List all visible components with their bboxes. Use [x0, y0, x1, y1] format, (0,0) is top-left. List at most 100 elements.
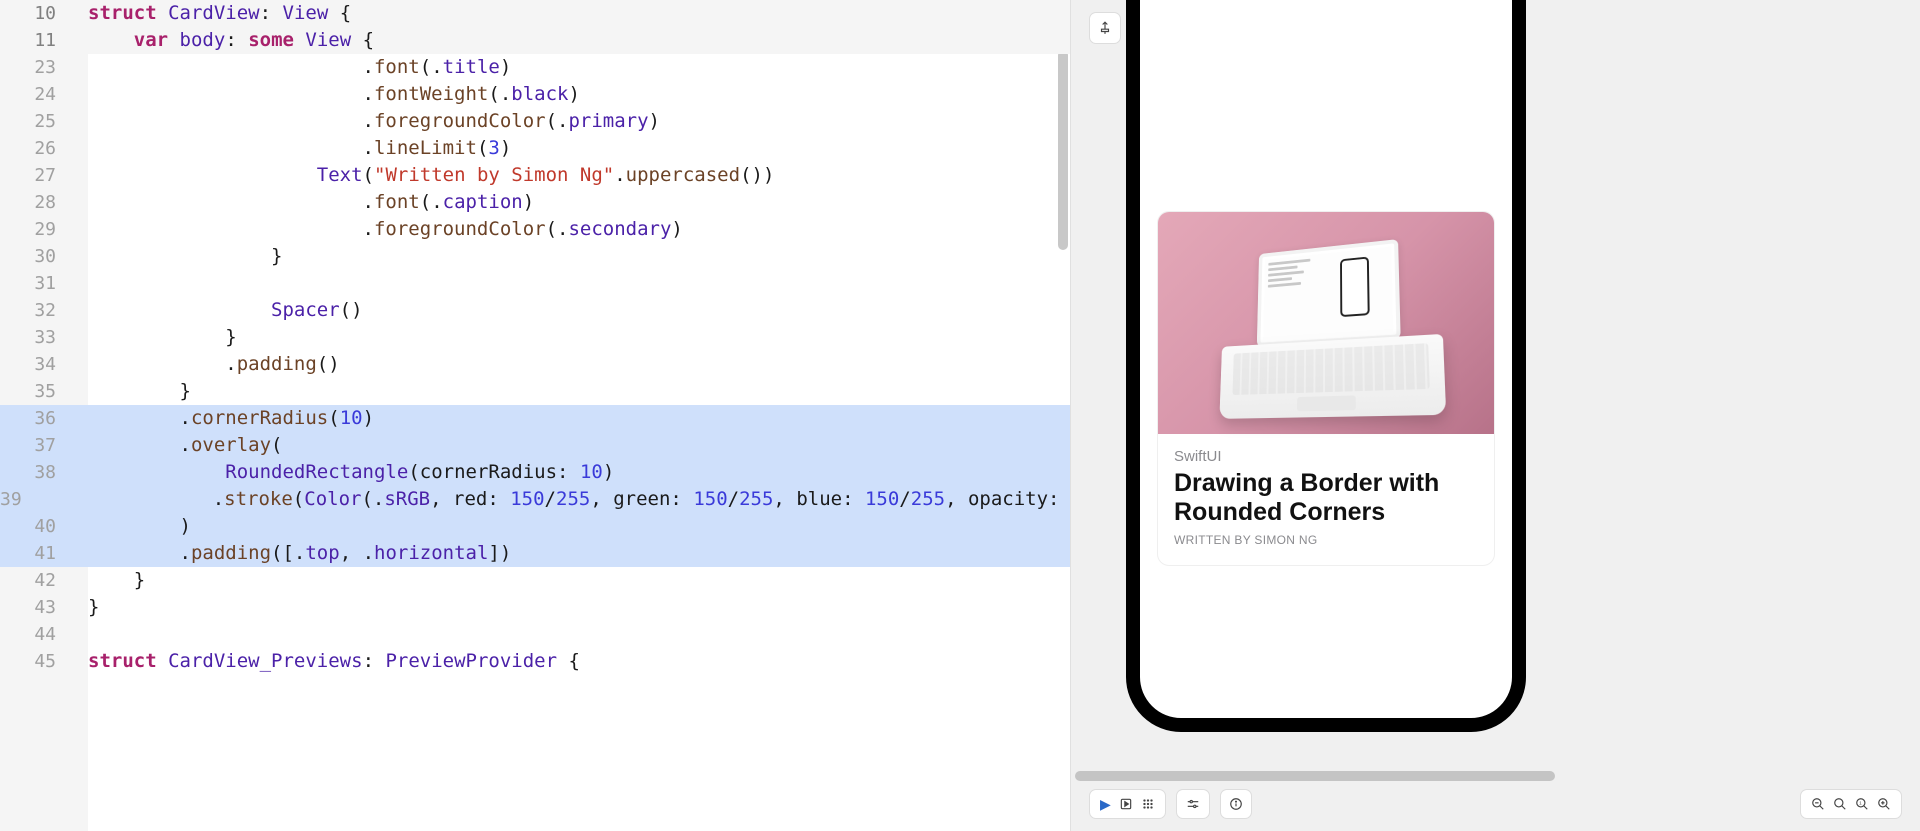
- horizontal-scrollbar[interactable]: [1075, 771, 1555, 781]
- code-line[interactable]: 11 var body: some View {: [0, 27, 1070, 54]
- line-number: 34: [0, 351, 64, 378]
- code-content: .cornerRadius(10): [88, 405, 1070, 432]
- code-line[interactable]: 25 .foregroundColor(.primary): [0, 108, 1070, 135]
- code-content: .padding(): [88, 351, 1070, 378]
- code-content: ): [88, 513, 1070, 540]
- code-editor[interactable]: 10struct CardView: View {11 var body: so…: [0, 0, 1070, 831]
- code-content: [88, 621, 1070, 648]
- play-icon: ▶: [1100, 796, 1111, 813]
- line-number: 31: [0, 270, 64, 297]
- code-line[interactable]: 40 ): [0, 513, 1070, 540]
- preview-toolbar: ▶ 1: [1089, 789, 1902, 819]
- code-content: Spacer(): [88, 297, 1070, 324]
- code-line[interactable]: 23 .font(.title): [0, 54, 1070, 81]
- line-number: 41: [0, 540, 64, 567]
- line-number: 32: [0, 297, 64, 324]
- line-number: 26: [0, 135, 64, 162]
- line-number: 30: [0, 243, 64, 270]
- line-number: 38: [0, 459, 64, 486]
- preview-controls-group[interactable]: ▶: [1089, 789, 1166, 819]
- code-content: }: [88, 378, 1070, 405]
- line-number: 40: [0, 513, 64, 540]
- zoom-in-icon: [1877, 797, 1891, 811]
- code-line[interactable]: 31: [0, 270, 1070, 297]
- code-content: .overlay(: [88, 432, 1070, 459]
- grid-icon: [1141, 797, 1155, 811]
- preview-pane: Card View SwiftUI Drawing a Border wi: [1070, 0, 1920, 831]
- code-line[interactable]: 33 }: [0, 324, 1070, 351]
- line-number: 42: [0, 567, 64, 594]
- code-content: .font(.caption): [88, 189, 1070, 216]
- code-line[interactable]: 38 RoundedRectangle(cornerRadius: 10): [0, 459, 1070, 486]
- card-preview: SwiftUI Drawing a Border with Rounded Co…: [1158, 212, 1494, 565]
- code-line[interactable]: 35 }: [0, 378, 1070, 405]
- line-number: 10: [0, 0, 64, 27]
- line-number: 44: [0, 621, 64, 648]
- line-number: 37: [0, 432, 64, 459]
- code-content: [88, 270, 1070, 297]
- zoom-actual-icon: 1: [1855, 797, 1869, 811]
- code-content: .foregroundColor(.secondary): [88, 216, 1070, 243]
- code-line[interactable]: 42 }: [0, 567, 1070, 594]
- code-line[interactable]: 32 Spacer(): [0, 297, 1070, 324]
- line-number: 35: [0, 378, 64, 405]
- code-content: var body: some View {: [88, 27, 1070, 54]
- code-content: }: [88, 324, 1070, 351]
- zoom-fit-icon: [1833, 797, 1847, 811]
- line-number: 25: [0, 108, 64, 135]
- line-number: 27: [0, 162, 64, 189]
- zoom-controls-group[interactable]: 1: [1800, 789, 1902, 819]
- line-number: 24: [0, 81, 64, 108]
- code-line[interactable]: 24 .fontWeight(.black): [0, 81, 1070, 108]
- preview-canvas[interactable]: Card View SwiftUI Drawing a Border wi: [1071, 0, 1920, 831]
- line-number: 29: [0, 216, 64, 243]
- card-category: SwiftUI: [1174, 448, 1478, 465]
- code-line[interactable]: 43}: [0, 594, 1070, 621]
- card-author: WRITTEN BY SIMON NG: [1174, 533, 1478, 547]
- code-content: }: [88, 243, 1070, 270]
- zoom-out-icon: [1811, 797, 1825, 811]
- code-line[interactable]: 45 struct CardView_Previews: PreviewProvi…: [0, 648, 1070, 675]
- code-content: struct CardView: View {: [88, 0, 1070, 27]
- code-content: .stroke(Color(.sRGB, red: 150/255, green…: [30, 486, 1070, 513]
- line-number: 39: [0, 486, 30, 513]
- device-frame: SwiftUI Drawing a Border with Rounded Co…: [1126, 0, 1526, 732]
- line-number: 23: [0, 54, 64, 81]
- code-content: .font(.title): [88, 54, 1070, 81]
- card-image: [1158, 212, 1494, 434]
- code-line[interactable]: 39 .stroke(Color(.sRGB, red: 150/255, gr…: [0, 486, 1070, 513]
- code-content: .fontWeight(.black): [88, 81, 1070, 108]
- code-line[interactable]: 29 .foregroundColor(.secondary): [0, 216, 1070, 243]
- code-line[interactable]: 27 Text("Written by Simon Ng".uppercased…: [0, 162, 1070, 189]
- code-line[interactable]: 26 .lineLimit(3): [0, 135, 1070, 162]
- code-content: .foregroundColor(.primary): [88, 108, 1070, 135]
- line-number: 33: [0, 324, 64, 351]
- code-line[interactable]: 28 .font(.caption): [0, 189, 1070, 216]
- line-number: 11: [0, 27, 64, 54]
- card-title: Drawing a Border with Rounded Corners: [1174, 469, 1478, 527]
- code-area[interactable]: 10struct CardView: View {11 var body: so…: [0, 0, 1070, 675]
- line-number: 43: [0, 594, 64, 621]
- variants-button[interactable]: [1220, 789, 1252, 819]
- code-line[interactable]: 41 .padding([.top, .horizontal]): [0, 540, 1070, 567]
- svg-text:1: 1: [1859, 801, 1862, 806]
- line-number: 28: [0, 189, 64, 216]
- pin-button[interactable]: [1089, 12, 1121, 44]
- code-content: Text("Written by Simon Ng".uppercased()): [88, 162, 1070, 189]
- code-line[interactable]: 36 .cornerRadius(10): [0, 405, 1070, 432]
- live-icon: [1119, 797, 1133, 811]
- code-line[interactable]: 10 struct CardView: View {: [0, 0, 1070, 27]
- code-line[interactable]: 37 .overlay(: [0, 432, 1070, 459]
- laptop-illustration: [1220, 235, 1446, 406]
- code-content: }: [88, 594, 1070, 621]
- code-line[interactable]: 34 .padding(): [0, 351, 1070, 378]
- code-content: struct CardView_Previews: PreviewProvide…: [88, 648, 1070, 675]
- line-number: 36: [0, 405, 64, 432]
- code-content: }: [88, 567, 1070, 594]
- info-icon: [1229, 797, 1243, 811]
- code-content: RoundedRectangle(cornerRadius: 10): [88, 459, 1070, 486]
- code-line[interactable]: 44: [0, 621, 1070, 648]
- device-settings-button[interactable]: [1176, 789, 1210, 819]
- code-line[interactable]: 30 }: [0, 243, 1070, 270]
- line-number: 45: [0, 648, 64, 675]
